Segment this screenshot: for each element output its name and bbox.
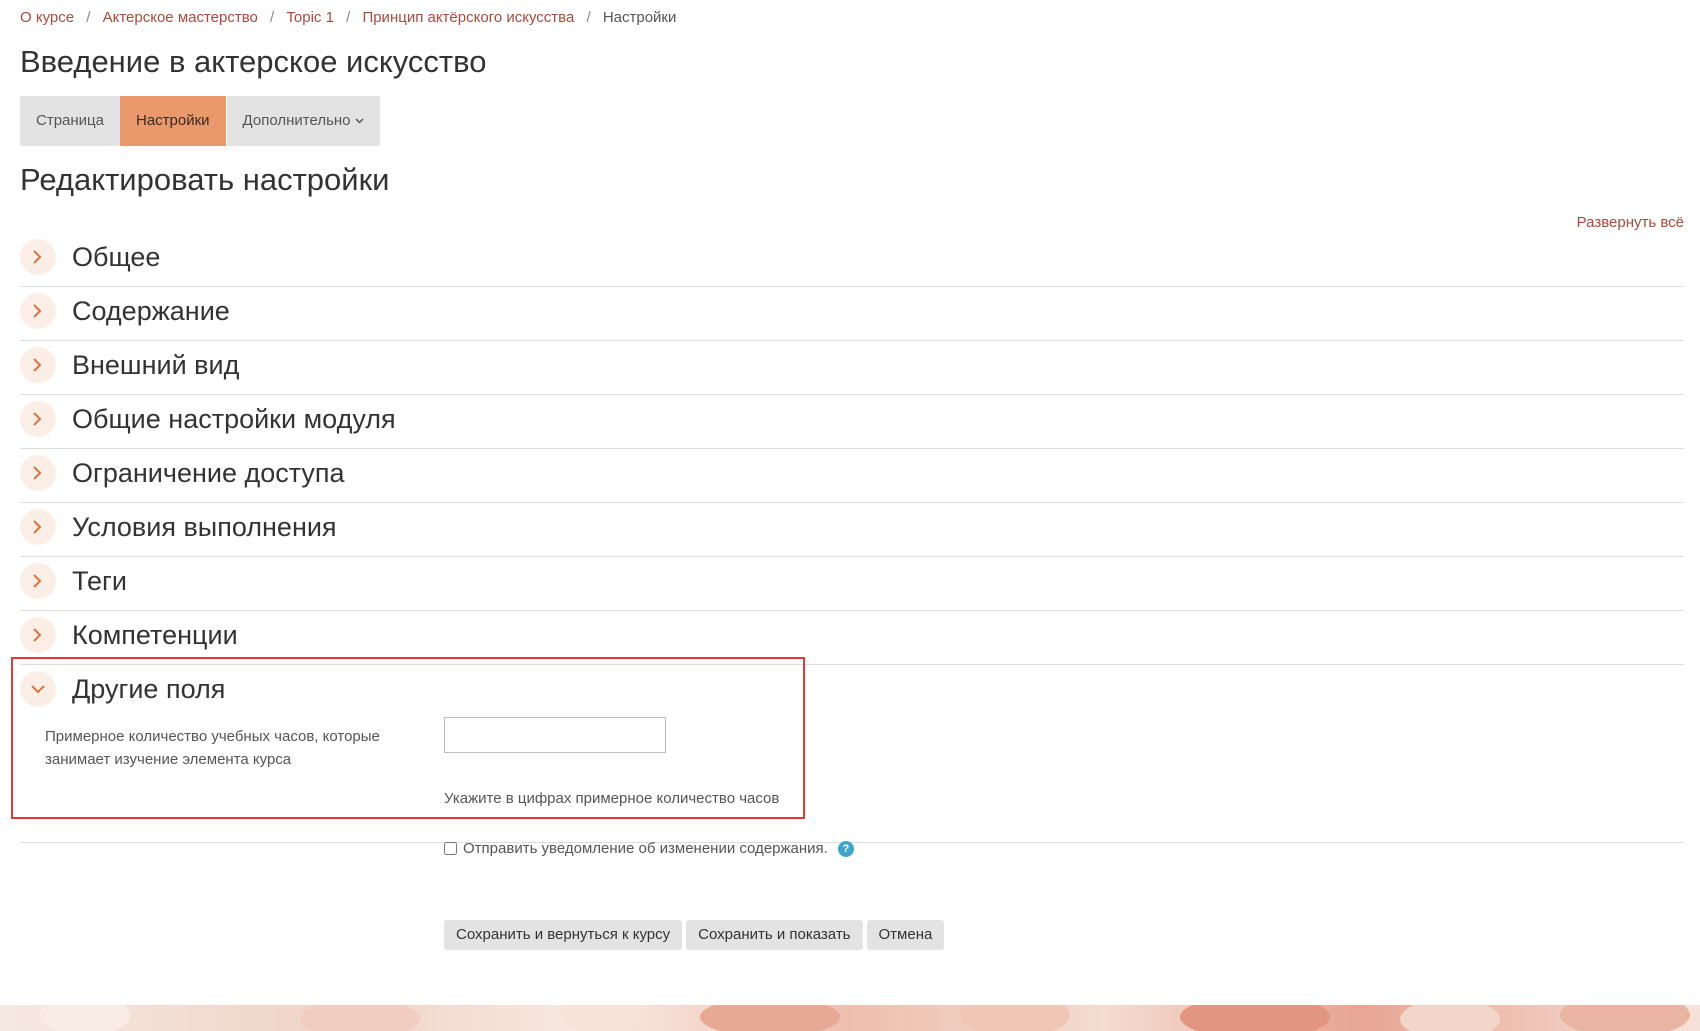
footer-blob xyxy=(560,1005,640,1031)
section-competencies: Компетенции xyxy=(20,611,1684,665)
cancel-button[interactable]: Отмена xyxy=(866,920,945,950)
section-title-tags[interactable]: Теги xyxy=(72,563,127,599)
save-return-button[interactable]: Сохранить и вернуться к курсу xyxy=(444,920,683,950)
footer-blob xyxy=(300,1005,420,1031)
breadcrumb-activity[interactable]: Принцип актёрского искусства xyxy=(362,9,574,26)
footer-blob xyxy=(1180,1005,1330,1031)
footer-decoration xyxy=(0,1005,1700,1031)
help-icon[interactable]: ? xyxy=(837,840,854,857)
tab-more[interactable]: Дополнительно xyxy=(227,96,380,146)
breadcrumb: О курсе / Актерское мастерство / Topic 1… xyxy=(20,8,676,28)
section-title-competencies[interactable]: Компетенции xyxy=(72,617,238,653)
form-buttons: Сохранить и вернуться к курсу Сохранить … xyxy=(444,920,945,950)
tab-page[interactable]: Страница xyxy=(20,96,120,146)
breadcrumb-separator: / xyxy=(270,9,275,26)
chevron-right-icon[interactable] xyxy=(20,401,56,437)
breadcrumb-course-info[interactable]: О курсе xyxy=(20,9,74,26)
section-completion: Условия выполнения xyxy=(20,503,1684,557)
tab-more-label: Дополнительно xyxy=(242,112,351,129)
section-appearance: Внешний вид xyxy=(20,341,1684,395)
section-title-general[interactable]: Общее xyxy=(72,239,160,275)
chevron-right-icon[interactable] xyxy=(20,509,56,545)
section-title-other-fields[interactable]: Другие поля xyxy=(72,671,225,707)
secondary-navigation: Страница Настройки Дополнительно xyxy=(20,96,380,146)
breadcrumb-separator: / xyxy=(586,9,591,26)
hours-input[interactable] xyxy=(444,717,666,753)
chevron-right-icon[interactable] xyxy=(20,293,56,329)
breadcrumb-current: Настройки xyxy=(602,9,677,26)
section-module-settings: Общие настройки модуля xyxy=(20,395,1684,449)
section-title-appearance[interactable]: Внешний вид xyxy=(72,347,239,383)
page-title: Введение в актерское искусство xyxy=(20,44,487,79)
notify-label[interactable]: Отправить уведомление об изменении содер… xyxy=(463,840,828,857)
footer-blob xyxy=(700,1005,840,1031)
breadcrumb-separator: / xyxy=(346,9,351,26)
section-tags: Теги xyxy=(20,557,1684,611)
footer-blob xyxy=(1400,1005,1500,1031)
footer-blob xyxy=(40,1005,130,1031)
chevron-right-icon[interactable] xyxy=(20,617,56,653)
expand-all-link[interactable]: Развернуть всё xyxy=(1577,214,1684,231)
section-title-completion[interactable]: Условия выполнения xyxy=(72,509,337,545)
notify-checkbox[interactable] xyxy=(444,842,457,855)
hours-field-hint: Укажите в цифрах примерное количество ча… xyxy=(444,790,780,807)
notify-row: Отправить уведомление об изменении содер… xyxy=(444,840,854,857)
section-title: Редактировать настройки xyxy=(20,162,390,197)
tab-settings[interactable]: Настройки xyxy=(119,96,226,146)
page: О курсе / Актерское мастерство / Topic 1… xyxy=(0,0,1700,1031)
section-title-content[interactable]: Содержание xyxy=(72,293,230,329)
chevron-right-icon[interactable] xyxy=(20,563,56,599)
section-title-access[interactable]: Ограничение доступа xyxy=(72,455,345,491)
breadcrumb-separator: / xyxy=(86,9,91,26)
chevron-right-icon[interactable] xyxy=(20,455,56,491)
section-other-fields: Другие поля Примерное количество учебных… xyxy=(20,665,1684,843)
chevron-right-icon[interactable] xyxy=(20,239,56,275)
section-title-module-settings[interactable]: Общие настройки модуля xyxy=(72,401,396,437)
breadcrumb-topic[interactable]: Topic 1 xyxy=(286,9,334,26)
section-general: Общее xyxy=(20,233,1684,287)
footer-blob xyxy=(960,1005,1070,1031)
footer-blob xyxy=(1560,1005,1690,1031)
breadcrumb-course[interactable]: Актерское мастерство xyxy=(103,9,258,26)
section-access: Ограничение доступа xyxy=(20,449,1684,503)
chevron-down-icon xyxy=(354,97,364,147)
section-content: Содержание xyxy=(20,287,1684,341)
chevron-down-icon[interactable] xyxy=(20,671,56,707)
hours-field-label: Примерное количество учебных часов, кото… xyxy=(45,728,380,768)
settings-accordion: Общее Содержание Внешний вид Общие настр… xyxy=(20,233,1684,843)
chevron-right-icon[interactable] xyxy=(20,347,56,383)
save-display-button[interactable]: Сохранить и показать xyxy=(686,920,863,950)
